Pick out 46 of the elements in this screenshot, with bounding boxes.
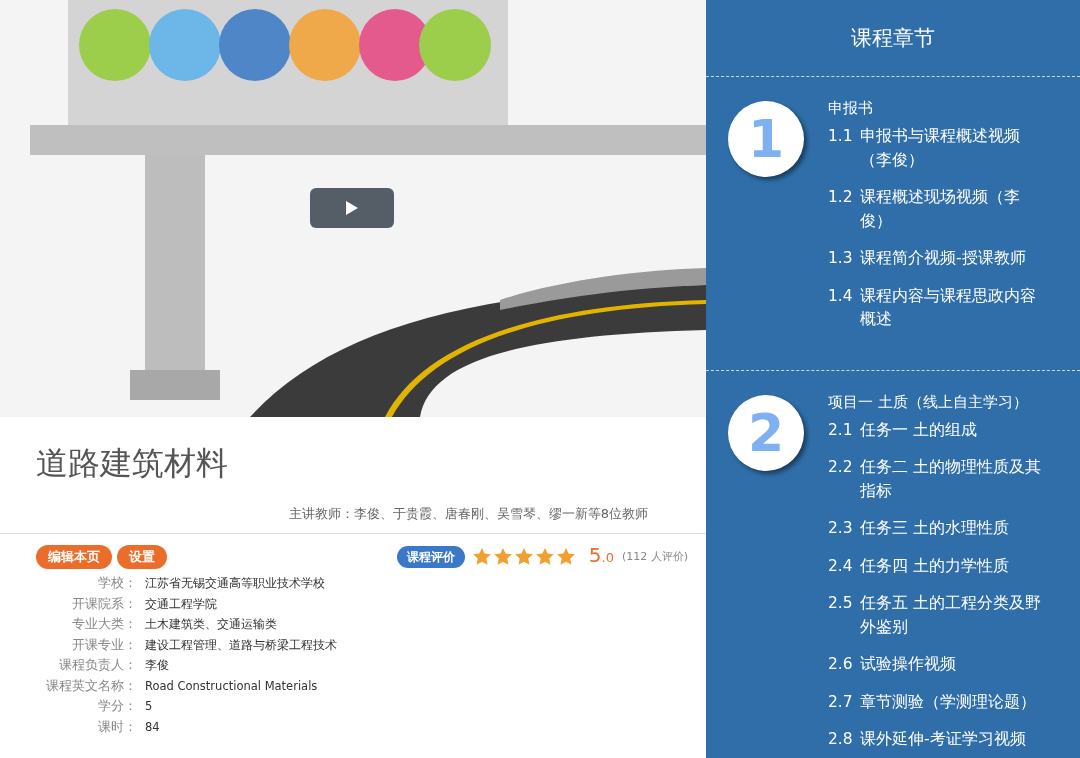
info-value: 李俊 [144,657,170,674]
info-label: 学分： [97,698,137,715]
rating-tag: 课程评价 [396,545,465,568]
settings-button[interactable]: 设置 [117,544,167,569]
rating-count: (112 人评价) [621,549,688,564]
edit-page-button[interactable]: 编辑本页 [36,544,112,569]
star-icon [535,548,554,565]
info-label: 开课专业： [71,636,137,653]
section-link[interactable]: 2.5 任务五 土的工程分类及野外鉴别 [828,592,1048,639]
info-value: 84 [144,718,161,735]
section-link[interactable]: 1.2 课程概述现场视频（李俊） [828,186,1048,233]
info-label: 开课院系： [71,595,137,612]
info-label: 课程英文名称： [45,677,137,694]
chapter-number: 1 [728,101,804,177]
course-title: 道路建筑材料 [36,443,228,483]
info-value: 5 [144,698,154,715]
info-value: Road Constructional Materials [144,677,319,694]
info-label: 专业大类： [71,616,137,633]
star-icon [472,548,491,565]
info-label: 学校： [97,575,137,592]
chapter-title[interactable]: 申报书 [828,97,873,119]
section-link[interactable]: 2.1 任务一 土的组成 [828,418,1048,442]
section-link[interactable]: 2.2 任务二 土的物理性质及其指标 [828,456,1048,503]
chapter-number: 2 [728,394,804,471]
info-label: 课时： [97,718,137,735]
info-value: 江苏省无锡交通高等职业技术学校 [144,575,326,592]
info-value: 土木建筑类、交通运输类 [144,616,278,633]
section-link[interactable]: 2.3 任务三 土的水理性质 [828,517,1048,541]
section-link[interactable]: 1.1 申报书与课程概述视频（李俊） [828,125,1048,172]
section-link[interactable]: 2.7 章节测验（学测理论题） [828,690,1048,714]
section-link[interactable]: 2.4 任务四 土的力学性质 [828,554,1048,578]
info-label: 课程负责人： [58,657,137,674]
section-link[interactable]: 1.3 课程简介视频-授课教师 [828,247,1048,271]
chapter-title[interactable]: 项目一 土质（线上自主学习） [828,390,1028,413]
star-icon [556,548,575,565]
play-icon [346,201,358,215]
play-button[interactable] [310,188,394,228]
star-icon [514,548,533,565]
section-link[interactable]: 2.6 试验操作视频 [828,653,1048,677]
section-link[interactable]: 2.8 课外延伸-考证学习视频 [828,728,1048,752]
section-link[interactable]: 1.4 课程内容与课程思政内容概述 [828,284,1048,332]
info-value: 建设工程管理、道路与桥梁工程技术 [144,636,337,653]
info-value: 交通工程学院 [144,595,218,612]
star-icon [493,548,512,565]
panel-title: 课程章节 [851,25,935,52]
teacher-list: 主讲教师：李俊、于贵霞、唐春刚、吴雪琴、缪一新等8位教师 [288,505,648,523]
